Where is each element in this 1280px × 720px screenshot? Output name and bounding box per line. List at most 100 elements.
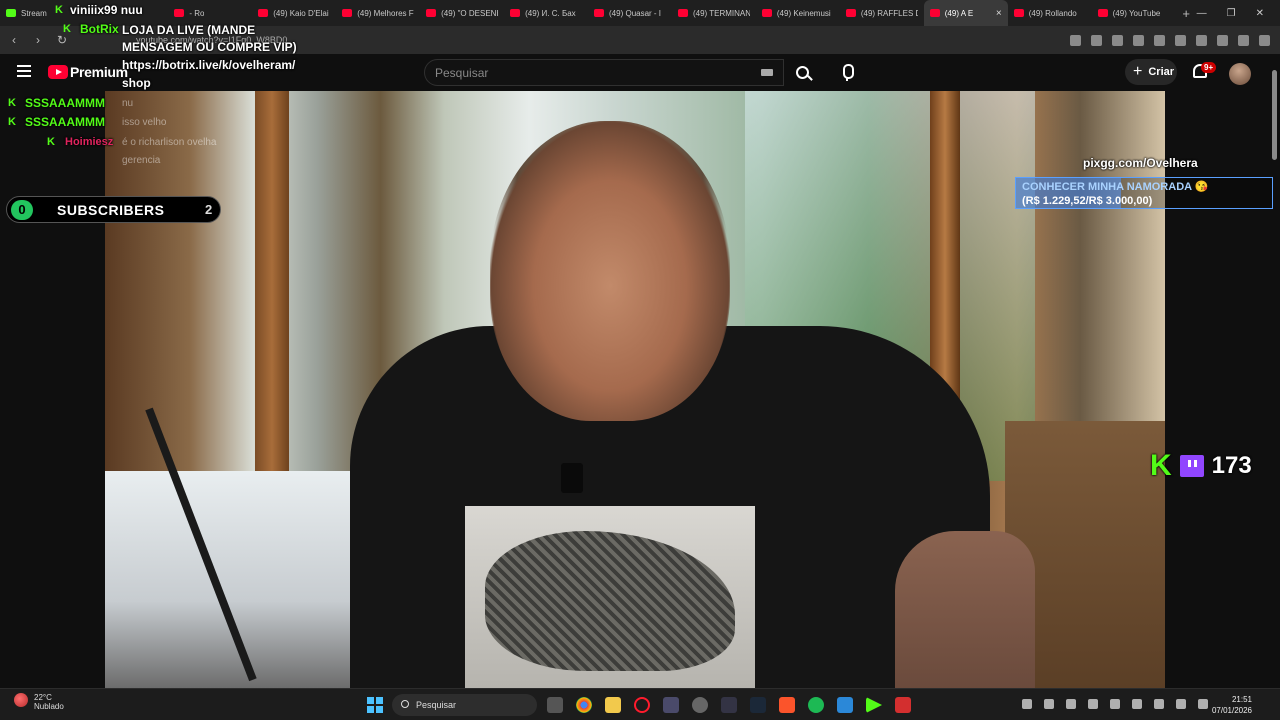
network-icon[interactable] <box>1176 699 1186 709</box>
youtube-favicon-icon <box>1013 9 1024 17</box>
tray-icon[interactable] <box>1066 699 1076 709</box>
tab-title: (49) "O DESENH <box>441 8 499 18</box>
video-lapel-mic <box>561 463 583 493</box>
extension-icon[interactable] <box>1175 34 1186 46</box>
chat-message: BotRix <box>80 22 119 36</box>
taskbar-search[interactable]: Pesquisar <box>392 694 537 716</box>
extension-icon[interactable] <box>1112 34 1123 46</box>
extension-icon[interactable] <box>1196 34 1207 46</box>
taskbar-apps <box>547 697 911 713</box>
extension-icon[interactable] <box>1154 34 1165 46</box>
browser-tab[interactable]: (49) YouTube <box>1092 0 1176 26</box>
app-icon[interactable] <box>721 697 737 713</box>
minimize-button[interactable]: — <box>1197 8 1207 19</box>
extension-icon[interactable] <box>1070 34 1081 46</box>
extension-icon[interactable] <box>1133 34 1144 46</box>
video-player[interactable] <box>105 91 1165 688</box>
browser-tab[interactable]: (49) Rollando <box>1008 0 1092 26</box>
start-button-icon[interactable] <box>367 697 383 713</box>
weather-widget[interactable]: 22°C Nublado <box>14 693 64 711</box>
chat-username: SSSAAAMMM <box>25 115 105 129</box>
tab-title: (49) Melhores F <box>357 8 414 18</box>
youtube-favicon-icon <box>761 9 772 17</box>
tab-title: (49) Kaio D'Elai <box>273 8 329 18</box>
page-scrollbar[interactable] <box>1271 62 1278 688</box>
file-explorer-icon[interactable] <box>605 697 621 713</box>
browser-tab[interactable]: (49) Quasar - I <box>588 0 672 26</box>
youtube-logo-icon[interactable] <box>48 65 68 79</box>
youtube-favicon-icon <box>426 9 437 17</box>
browser-tab[interactable]: (49) A E × <box>923 0 1008 26</box>
tray-icon[interactable] <box>1044 699 1054 709</box>
tab-title: (49) TERMINAN <box>692 8 750 18</box>
taskbar-clock[interactable]: 21:51 07/01/2026 <box>1206 694 1252 716</box>
steam-icon[interactable] <box>750 697 766 713</box>
chrome-icon[interactable] <box>576 697 592 713</box>
kick-app-icon[interactable] <box>866 697 882 713</box>
youtube-premium-logo[interactable]: Premium <box>70 64 128 80</box>
extension-icon[interactable] <box>1217 34 1228 46</box>
app-icon[interactable] <box>692 697 708 713</box>
youtube-favicon-icon <box>510 9 521 17</box>
donation-goal-title: CONHECER MINHA NAMORADA 😘 <box>1022 181 1209 193</box>
chat-link-continuation: shop <box>122 76 151 90</box>
account-avatar[interactable] <box>1229 63 1251 85</box>
back-button[interactable]: ‹ <box>4 33 24 47</box>
kick-badge-icon: K <box>47 136 55 148</box>
hamburger-menu-icon[interactable] <box>17 65 31 77</box>
keyboard-icon[interactable] <box>761 69 773 76</box>
close-window-button[interactable]: ✕ <box>1256 8 1264 19</box>
voice-search-button[interactable] <box>834 58 860 86</box>
search-input[interactable]: Pesquisar <box>424 59 784 86</box>
spotify-icon[interactable] <box>808 697 824 713</box>
scrollbar-thumb[interactable] <box>1272 70 1277 160</box>
reload-button[interactable]: ↻ <box>52 33 72 47</box>
kick-logo-icon: K <box>1150 449 1172 482</box>
tab-title: (49) И. С. Бах <box>525 8 576 18</box>
browser-tab[interactable]: (49) И. С. Бах <box>504 0 588 26</box>
youtube-favicon-icon <box>1097 9 1108 17</box>
task-view-icon[interactable] <box>547 697 563 713</box>
search-button[interactable] <box>786 59 820 86</box>
forward-button[interactable]: › <box>28 33 48 47</box>
bluetooth-icon[interactable] <box>1132 699 1142 709</box>
browser-tab[interactable]: (49) "O DESENH <box>420 0 504 26</box>
browser-tab[interactable]: (49) RAFFLES D <box>840 0 924 26</box>
tray-icon[interactable] <box>1110 699 1120 709</box>
create-label: Criar <box>1148 66 1175 78</box>
kick-badge-icon: K <box>8 97 16 109</box>
new-tab-button[interactable]: + <box>1176 6 1197 21</box>
tray-icon[interactable] <box>1088 699 1098 709</box>
kick-badge-icon: K <box>63 23 71 35</box>
kick-badge-icon: K <box>55 4 63 16</box>
video-person-head <box>490 121 730 421</box>
opera-icon[interactable] <box>634 697 650 713</box>
tray-icon[interactable] <box>1154 699 1164 709</box>
browser-tab[interactable]: (49) TERMINAN <box>672 0 756 26</box>
chat-text: gerencia <box>122 155 161 166</box>
acrobat-icon[interactable] <box>895 697 911 713</box>
window-controls: — ❐ ✕ <box>1197 8 1280 19</box>
donation-goal-amount: (R$ 1.229,52/R$ 3.000,00) <box>1022 195 1153 207</box>
subscriber-goal-bar: 0 SUBSCRIBERS 2 <box>6 196 221 223</box>
extension-icon[interactable] <box>1238 34 1249 46</box>
create-button[interactable]: + Criar <box>1125 59 1177 85</box>
notepad-icon[interactable] <box>837 697 853 713</box>
extension-toolbar <box>1070 34 1280 46</box>
donation-goal-box: CONHECER MINHA NAMORADA 😘 (R$ 1.229,52/R… <box>1015 177 1273 209</box>
menu-icon[interactable] <box>1259 34 1270 46</box>
tab-title: (49) Quasar - I <box>609 8 662 18</box>
chat-username: viniiix99 <box>70 3 118 17</box>
tab-title: - Ro <box>189 8 205 18</box>
tab-title: Stream <box>21 8 47 18</box>
brave-icon[interactable] <box>779 697 795 713</box>
extension-icon[interactable] <box>1091 34 1102 46</box>
tray-chevron-icon[interactable] <box>1022 699 1032 709</box>
close-tab-icon[interactable]: × <box>996 8 1002 19</box>
browser-tab[interactable]: (49) Melhores F <box>336 0 420 26</box>
chat-text: LOJA DA LIVE (MANDE MENSAGEM OU COMPRE V… <box>122 23 297 54</box>
app-icon[interactable] <box>663 697 679 713</box>
maximize-button[interactable]: ❐ <box>1227 8 1236 19</box>
tab-title: (49) A E <box>944 8 974 18</box>
browser-tab[interactable]: (49) Keinemusi <box>756 0 840 26</box>
